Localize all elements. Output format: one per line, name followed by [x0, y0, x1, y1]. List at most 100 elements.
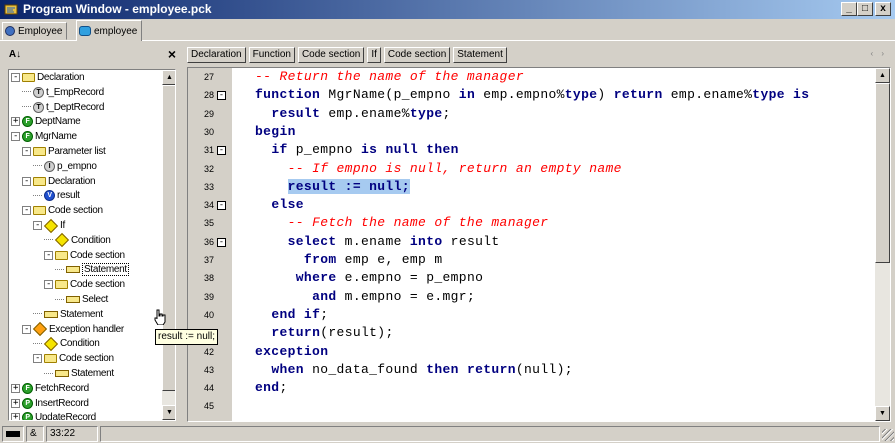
sort-button[interactable]: A↓: [6, 47, 24, 64]
scroll-down-icon[interactable]: ▼: [162, 405, 175, 420]
tab-employee-object[interactable]: Employee: [2, 22, 68, 40]
close-tree-button[interactable]: ×: [168, 46, 176, 62]
restore-button[interactable]: □: [857, 2, 873, 16]
tree-node-label: result: [57, 190, 80, 202]
close-button[interactable]: x: [875, 2, 891, 16]
code-line[interactable]: 34- else: [188, 196, 868, 214]
tree-node-label: Condition: [71, 234, 111, 246]
editor-scroll-thumb[interactable]: [875, 83, 890, 263]
tree-node[interactable]: Statement: [44, 367, 114, 380]
code-line[interactable]: 39 and m.empno = e.mgr;: [188, 288, 868, 306]
collapse-icon[interactable]: -: [33, 354, 42, 364]
code-line[interactable]: 41 return(result);: [188, 324, 868, 342]
editor-scrollbar[interactable]: ▲ ▼: [875, 68, 890, 421]
resize-grip-icon[interactable]: [882, 429, 894, 441]
code-line[interactable]: 35 -- Fetch the name of the manager: [188, 214, 868, 232]
tree-node[interactable]: Ip_empno: [33, 160, 97, 173]
code-line[interactable]: 45: [188, 397, 868, 415]
tree-node[interactable]: Statement: [55, 263, 129, 277]
scroll-down-icon[interactable]: ▼: [875, 406, 890, 421]
tree-node[interactable]: Select: [55, 293, 108, 306]
tree-node[interactable]: - Code section: [22, 204, 103, 217]
collapse-icon[interactable]: -: [11, 73, 20, 82]
tree-node[interactable]: + F FetchRecord: [11, 382, 89, 395]
tree-node-label: p_empno: [57, 160, 97, 172]
fold-toggle-icon[interactable]: -: [217, 146, 226, 156]
tree-scrollbar[interactable]: ▲ ▼: [162, 70, 175, 420]
tree-node[interactable]: + F DeptName: [11, 115, 81, 128]
tree-node[interactable]: - Code section: [44, 278, 125, 291]
fold-toggle-icon[interactable]: -: [217, 201, 226, 211]
code-line[interactable]: 32 -- If empno is null, return an empty …: [188, 160, 868, 178]
code-line[interactable]: 38 where e.empno = p_empno: [188, 269, 868, 287]
code-text: result := null;: [255, 178, 410, 196]
scroll-up-icon[interactable]: ▲: [875, 68, 890, 83]
code-tree-panel: A↓ × - Declaration Tt_EmpRecord Tt_DeptReco…: [2, 45, 218, 423]
code-line[interactable]: 33 result := null;: [188, 178, 868, 196]
breadcrumb-item[interactable]: Statement: [453, 47, 507, 63]
tab-employee-package[interactable]: employee: [76, 20, 143, 41]
expand-icon[interactable]: +: [11, 383, 20, 393]
code-line[interactable]: 43 when no_data_found then return(null);: [188, 361, 868, 379]
fold-toggle-icon[interactable]: -: [217, 237, 226, 247]
code-line[interactable]: 44 end;: [188, 379, 868, 397]
tree-node[interactable]: Statement: [33, 308, 103, 321]
tree-node[interactable]: + P InsertRecord: [11, 397, 89, 410]
tree-node[interactable]: Condition: [33, 336, 100, 351]
minimize-button[interactable]: _: [841, 2, 857, 16]
breadcrumb-item[interactable]: Function: [248, 47, 295, 63]
expand-icon[interactable]: +: [11, 413, 20, 420]
tree-node[interactable]: - Declaration: [11, 71, 85, 84]
tree-node[interactable]: Tt_DeptRecord: [22, 101, 104, 114]
breadcrumb-item[interactable]: Declaration: [187, 47, 246, 63]
code-line[interactable]: 27 -- Return the name of the manager: [188, 68, 868, 86]
tree-node[interactable]: Condition: [44, 233, 111, 248]
code-line[interactable]: 28- function MgrName(p_empno in emp.empno…: [188, 86, 868, 104]
code-line[interactable]: 29 result emp.ename%type;: [188, 105, 868, 123]
code-token: emp.empno%: [475, 87, 565, 103]
code-tree[interactable]: - Declaration Tt_EmpRecord Tt_DeptRecord + F D…: [8, 69, 176, 421]
tree-node[interactable]: - F MgrName: [11, 130, 77, 143]
collapse-icon[interactable]: -: [44, 250, 53, 260]
breadcrumb-item[interactable]: Code section: [383, 47, 451, 63]
tree-node[interactable]: - Declaration: [22, 175, 96, 188]
code-token: (result);: [320, 325, 394, 341]
collapse-icon[interactable]: -: [22, 324, 31, 334]
code-line[interactable]: 31- if p_empno is null then: [188, 141, 868, 159]
breadcrumb-item[interactable]: Code section: [297, 47, 365, 63]
collapse-icon[interactable]: -: [33, 221, 42, 230]
tree-node[interactable]: - Parameter list: [22, 145, 106, 158]
code-line[interactable]: 30 begin: [188, 123, 868, 141]
code-line[interactable]: 40 end if;: [188, 306, 868, 324]
tree-nodes: - Declaration Tt_EmpRecord Tt_DeptRecord + F D…: [9, 70, 162, 420]
code-line[interactable]: 37 from emp e, emp m: [188, 251, 868, 269]
tree-node-label: MgrName: [35, 131, 77, 143]
tree-node[interactable]: Vresult: [33, 189, 80, 202]
breadcrumb-item[interactable]: If: [367, 47, 381, 63]
collapse-icon[interactable]: -: [44, 280, 53, 290]
tree-node[interactable]: - If: [33, 218, 65, 233]
tree-node[interactable]: + P UpdateRecord: [11, 411, 96, 420]
tree-node[interactable]: - Code section: [33, 352, 114, 365]
tree-scroll-thumb[interactable]: [162, 85, 175, 391]
code-line[interactable]: 42 exception: [188, 343, 868, 361]
fold-toggle-icon[interactable]: -: [217, 91, 226, 101]
tree-node[interactable]: - Exception handler: [22, 322, 124, 337]
nav-arrows[interactable]: ‹ ›: [870, 49, 887, 58]
scroll-up-icon[interactable]: ▲: [162, 70, 175, 85]
code-line[interactable]: 36- select m.ename into result: [188, 233, 868, 251]
tree-node-label: Exception handler: [49, 323, 124, 335]
tree-node[interactable]: - Code section: [44, 249, 125, 262]
code-keyword: into: [409, 233, 443, 249]
collapse-icon[interactable]: -: [22, 206, 31, 216]
window-titlebar[interactable]: Program Window - employee.pck _ □ x: [0, 0, 895, 19]
collapse-icon[interactable]: -: [22, 176, 31, 186]
tree-node[interactable]: Tt_EmpRecord: [22, 86, 104, 99]
package-icon: [79, 26, 91, 36]
collapse-icon[interactable]: -: [22, 147, 31, 156]
code-editor[interactable]: 27 -- Return the name of the manager 28- fu…: [187, 67, 891, 422]
collapse-icon[interactable]: -: [11, 132, 20, 142]
tree-node-label: Declaration: [37, 72, 85, 83]
expand-icon[interactable]: +: [11, 398, 20, 408]
expand-icon[interactable]: +: [11, 117, 20, 127]
